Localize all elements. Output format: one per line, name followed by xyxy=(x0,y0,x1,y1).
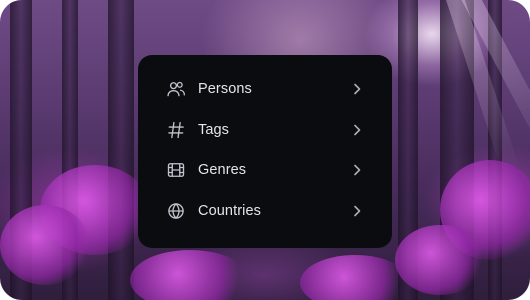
hash-icon xyxy=(166,120,186,140)
chevron-right-icon xyxy=(352,205,362,217)
users-icon xyxy=(166,79,186,99)
menu-item-countries[interactable]: Countries xyxy=(138,191,392,232)
shrub xyxy=(130,250,250,300)
chevron-right-icon xyxy=(352,164,362,176)
chevron-right-icon xyxy=(352,83,362,95)
tree-trunk xyxy=(108,0,134,300)
menu-item-persons[interactable]: Persons xyxy=(138,69,392,110)
shrub xyxy=(300,255,410,300)
menu-item-tags[interactable]: Tags xyxy=(138,110,392,151)
globe-icon xyxy=(166,201,186,221)
menu-item-label: Genres xyxy=(198,162,247,179)
menu-item-label: Persons xyxy=(198,81,252,98)
category-menu: Persons Tags Genres Countries xyxy=(138,55,392,248)
film-icon xyxy=(166,160,186,180)
shrub xyxy=(0,205,90,285)
menu-item-genres[interactable]: Genres xyxy=(138,150,392,191)
menu-item-label: Countries xyxy=(198,202,261,219)
chevron-right-icon xyxy=(352,124,362,136)
forest-background: Persons Tags Genres Countries xyxy=(0,0,530,300)
menu-item-label: Tags xyxy=(198,121,230,138)
